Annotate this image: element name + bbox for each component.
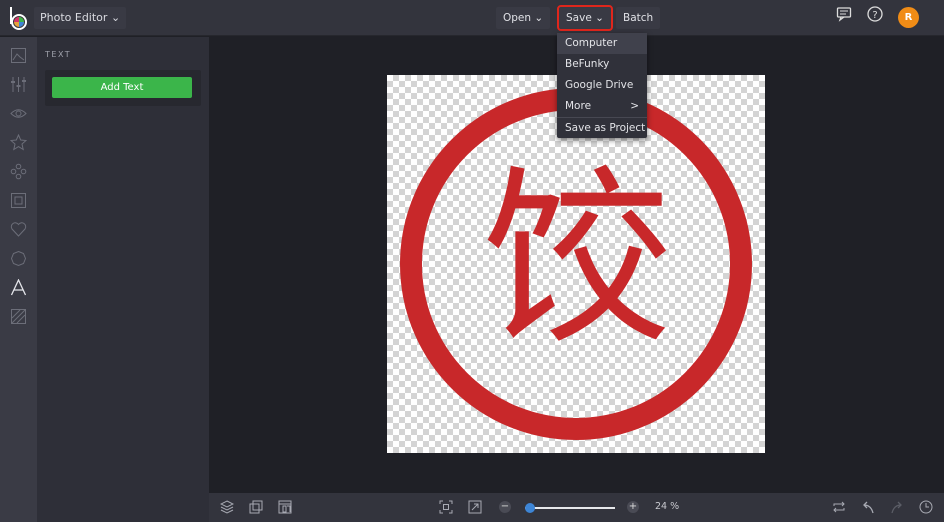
copy-icon[interactable] — [249, 500, 263, 514]
frame-icon[interactable] — [10, 192, 27, 209]
add-text-button[interactable]: Add Text — [52, 77, 192, 98]
undo-icon[interactable] — [861, 500, 875, 514]
heart-icon[interactable] — [10, 221, 27, 238]
batch-button[interactable]: Batch — [616, 7, 661, 29]
menu-item-befunky[interactable]: BeFunky — [557, 54, 647, 75]
zoom-slider-handle[interactable] — [524, 503, 535, 513]
zoom-slider[interactable] — [524, 503, 615, 513]
chat-icon[interactable] — [836, 6, 852, 22]
eye-icon[interactable] — [10, 105, 27, 122]
menu-item-computer[interactable]: Computer — [557, 33, 647, 54]
zoom-value: 24 % — [655, 501, 680, 512]
befunky-logo[interactable] — [8, 6, 28, 30]
texture-icon[interactable] — [10, 308, 27, 325]
image-icon[interactable] — [10, 47, 27, 64]
chevron-down-icon: ⌄ — [110, 11, 121, 24]
panel-title: TEXT — [45, 50, 72, 59]
chevron-down-icon: ⌄ — [534, 12, 544, 24]
app-switcher-button[interactable]: Photo Editor ⌄ — [34, 7, 127, 29]
menu-item-google-drive[interactable]: Google Drive — [557, 75, 647, 96]
zoom-out-button[interactable]: − — [499, 501, 511, 513]
shape-icon[interactable] — [10, 250, 27, 267]
open-button[interactable]: Open ⌄ — [496, 7, 551, 29]
chevron-down-icon: ⌄ — [595, 12, 604, 24]
graphics-icon[interactable] — [10, 163, 27, 180]
zoom-in-button[interactable]: + — [627, 501, 639, 513]
avatar[interactable]: R — [898, 7, 919, 28]
menu-item-save-as-project[interactable]: Save as Project — [557, 117, 647, 138]
compare-icon[interactable] — [832, 500, 846, 514]
text-icon[interactable] — [10, 279, 27, 296]
stamp-character: 饺 — [481, 149, 671, 370]
top-bar: Photo Editor ⌄ Open ⌄ Save ⌄ Batch ? R — [0, 0, 944, 36]
actual-size-icon[interactable] — [468, 500, 482, 514]
panel-box: Add Text — [45, 70, 201, 106]
menu-item-more[interactable]: More > — [557, 96, 647, 117]
save-button[interactable]: Save ⌄ — [557, 5, 613, 31]
svg-text:?: ? — [872, 10, 877, 21]
save-dropdown-menu: Computer BeFunky Google Drive More > Save… — [557, 33, 647, 138]
fit-to-screen-icon[interactable] — [439, 500, 453, 514]
tool-sidebar — [0, 37, 37, 522]
help-icon[interactable]: ? — [867, 6, 883, 22]
layout-icon[interactable] — [278, 500, 292, 514]
text-panel: TEXT Add Text — [37, 37, 209, 522]
star-icon[interactable] — [10, 134, 27, 151]
layers-icon[interactable] — [220, 500, 234, 514]
adjustments-icon[interactable] — [10, 76, 27, 93]
redo-icon[interactable] — [890, 500, 904, 514]
bottom-bar: − + 24 % — [209, 493, 944, 522]
history-icon[interactable] — [919, 500, 933, 514]
chevron-right-icon: > — [630, 100, 639, 112]
